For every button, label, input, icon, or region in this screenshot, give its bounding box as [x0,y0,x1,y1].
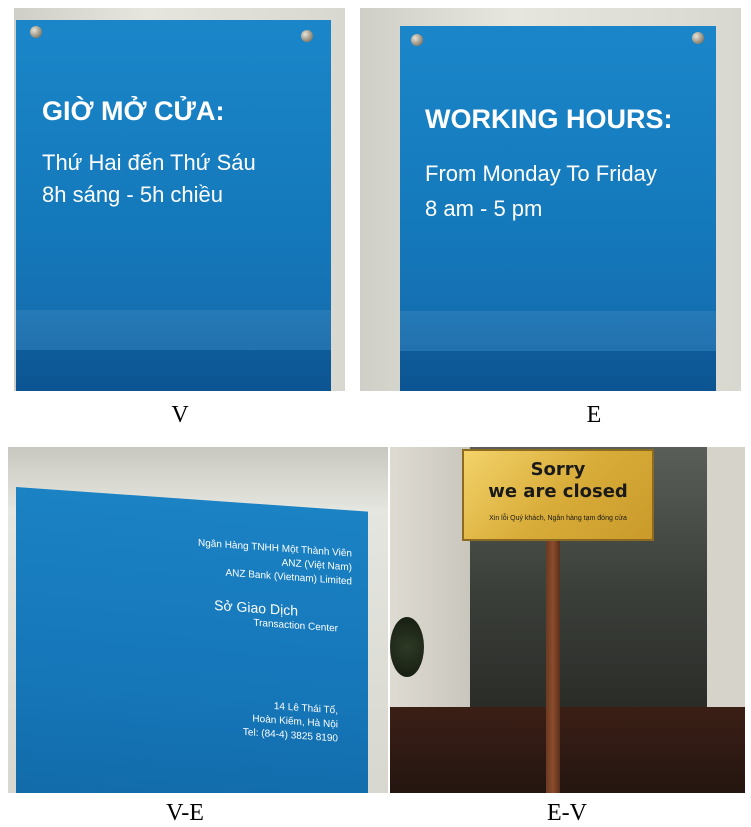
bank-name-vn: Ngân Hàng TNHH Một Thành Viên [198,537,352,560]
sign-ev: Sorry we are closed Xin lỗi Quý khách, N… [462,449,654,541]
address-line-1: 14 Lê Thái Tổ, [273,701,338,717]
photo-ev: Sorry we are closed Xin lỗi Quý khách, N… [390,447,745,793]
sign-line-1: Thứ Hai đến Thứ Sáu [42,150,256,175]
sign-e: WORKING HOURS: From Monday To Friday 8 a… [400,26,716,391]
sign-line-2: we are closed [488,481,628,502]
sign-line-2: 8 am - 5 pm [425,196,543,221]
sign-line-1: From Monday To Friday [425,161,657,186]
center-vn: Sở Giao Dịch [214,596,298,619]
bolt [30,26,42,38]
sign-stand [546,537,560,793]
center-en: Transaction Center [253,617,338,635]
bolt [692,32,704,44]
sign-v: GIỜ MỞ CỬA: Thứ Hai đến Thứ Sáu 8h sáng … [16,20,331,391]
caption-ve: V-E [166,800,204,826]
sign-line-3: Xin lỗi Quý khách, Ngân hàng tạm đóng cử… [489,515,627,522]
bolt [411,34,423,46]
photo-ve: Ngân Hàng TNHH Một Thành Viên ANZ (Việt … [8,447,388,793]
photo-e: WORKING HOURS: From Monday To Friday 8 a… [360,8,741,391]
photo-v: GIỜ MỞ CỬA: Thứ Hai đến Thứ Sáu 8h sáng … [14,8,345,391]
sign-line-2: 8h sáng - 5h chiều [42,182,224,207]
sign-heading: WORKING HOURS: [425,104,673,134]
plant [390,617,424,677]
caption-v: V [171,402,189,428]
sign-line-1: Sorry [530,459,586,480]
sign-ve: Ngân Hàng TNHH Một Thành Viên ANZ (Việt … [16,487,368,793]
sign-heading: GIỜ MỞ CỬA: [42,96,225,126]
caption-ev: E-V [547,800,587,826]
caption-e: E [586,402,602,428]
bolt [301,30,313,42]
bank-name-short: ANZ (Việt Nam) [281,557,352,574]
